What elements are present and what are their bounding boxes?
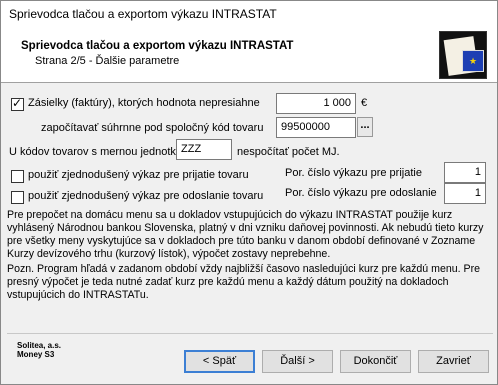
wizard-window: Sprievodca tlačou a exportom výkazu INTR… [0,0,498,385]
odoslanie-checkbox[interactable] [11,191,24,204]
window-title: Sprievodca tlačou a exportom výkazu INTR… [9,7,277,21]
product-name: Money S3 [17,350,55,359]
finish-button[interactable]: Dokončiť [340,350,411,373]
cislo-prijatie-input[interactable]: 1 [444,162,486,183]
prijatie-label: použiť zjednodušený výkaz pre prijatie t… [28,169,249,181]
page-title: Sprievodca tlačou a exportom výkazu INTR… [21,40,294,52]
wizard-header: Sprievodca tlačou a exportom výkazu INTR… [1,27,497,83]
note-paragraph: Pozn. Program hľadá v zadanom období vžd… [7,263,480,301]
kod-tovaru-input[interactable]: 99500000 [276,117,356,138]
title-bar: Sprievodca tlačou a exportom výkazu INTR… [1,1,497,27]
odoslanie-label: použiť zjednodušený výkaz pre odoslanie … [28,190,264,202]
currency-unit: € [361,97,368,109]
footer-divider [7,333,493,334]
mj-input[interactable]: ZZZ [176,139,232,160]
eu-flag-icon: ★ [462,50,484,72]
company-name: Solitea, a.s. [17,341,62,350]
zasielky-value-input[interactable]: 1 000 [276,93,356,114]
cislo-odoslanie-label: Por. číslo výkazu pre odoslanie [285,187,437,199]
zasielky-label: Zásielky (faktúry), ktorých hodnota nepr… [28,97,260,109]
cislo-odoslanie-input[interactable]: 1 [444,183,486,204]
mj-label: U kódov tovarov s mernou jednotkou [9,146,177,158]
page-subtitle: Strana 2/5 - Ďalšie parametre [35,55,180,67]
zasielky-checkbox[interactable] [11,96,24,111]
cislo-prijatie-label: Por. číslo výkazu pre prijatie [285,167,422,179]
mj-after-label: nespočítať počet MJ. [237,146,340,158]
browse-button[interactable]: ... [357,117,373,137]
intrastat-logo: ★ [439,31,487,79]
next-button[interactable]: Ďalší > [262,350,333,373]
prijatie-checkbox[interactable] [11,170,24,183]
close-button[interactable]: Zavrieť [418,350,489,373]
back-button[interactable]: < Späť [184,350,255,373]
kod-label: započítavať súhrnne pod spoločný kód tov… [41,122,264,134]
brand-label: Solitea, a.s. Money S3 [17,341,61,359]
info-paragraph: Pre prepočet na domácu menu sa u doklado… [7,209,484,260]
